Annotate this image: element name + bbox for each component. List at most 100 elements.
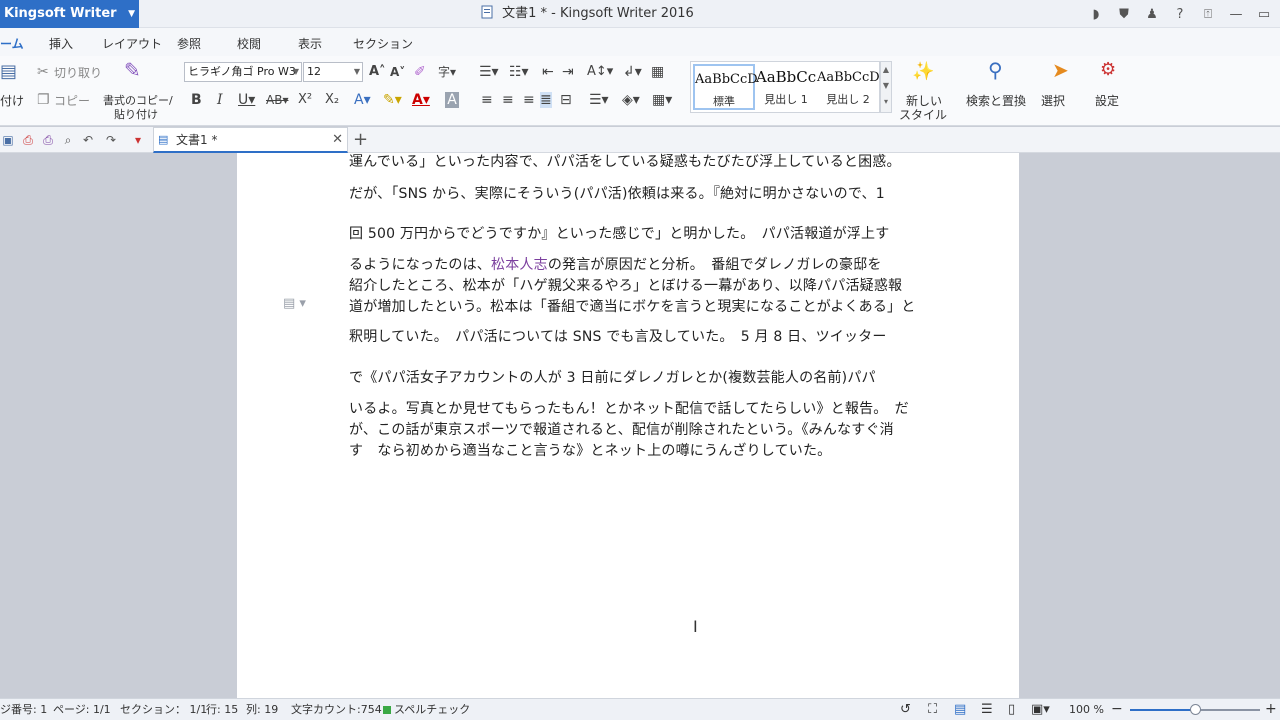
find-replace-button[interactable]: 検索と置換 xyxy=(966,92,1026,109)
minimize-button[interactable]: — xyxy=(1228,7,1244,22)
tab-insert[interactable]: 挿入 xyxy=(49,28,73,56)
tab-layout[interactable]: レイアウト xyxy=(102,28,162,56)
select-button[interactable]: 選択 xyxy=(1041,92,1065,109)
document-line[interactable]: だが、「SNS から、実際にそういう(パパ活)依頼は来る。『絶対に明かさないので… xyxy=(349,183,885,203)
status-word-count[interactable]: 文字カウント:754 xyxy=(291,699,382,720)
font-color-icon[interactable]: A▾ xyxy=(412,92,430,108)
phonetic-guide-icon[interactable]: 字▾ xyxy=(438,64,456,80)
text-direction-icon[interactable]: A↕▾ xyxy=(587,64,613,80)
skin-icon[interactable]: ◗ xyxy=(1088,7,1104,22)
distribute-icon[interactable]: ⊟ xyxy=(560,92,572,108)
zoom-slider-thumb[interactable] xyxy=(1190,704,1201,715)
increase-indent-icon[interactable]: ⇥ xyxy=(562,64,574,80)
app-menu-button[interactable]: Kingsoft Writer 2016 ▼ xyxy=(0,0,139,49)
tab-references[interactable]: 参照 xyxy=(177,28,201,56)
document-line[interactable]: 回 500 万円からでどうですか』といった感じで」と明かした。 パパ活報道が浮上… xyxy=(349,223,889,243)
fullscreen-icon[interactable]: ⛶ xyxy=(928,699,937,720)
outline-view-icon[interactable]: ☰ xyxy=(981,699,993,720)
line-break-icon[interactable]: ↲▾ xyxy=(623,64,642,80)
tab-review[interactable]: 校閲 xyxy=(237,28,261,56)
shrink-font-icon[interactable]: A˅ xyxy=(390,64,405,80)
cut-button[interactable]: 切り取り xyxy=(54,64,102,81)
bold-icon[interactable]: B xyxy=(191,92,202,108)
page-view-icon[interactable]: ▤ xyxy=(954,699,966,720)
strikethrough-icon[interactable]: AB▾ xyxy=(266,92,288,108)
align-left-icon[interactable]: ≡ xyxy=(481,92,493,108)
paste-button[interactable]: 付け xyxy=(0,92,24,109)
document-line[interactable]: 道が増加したという。松本は「番組で適当にボケを言うと現実になることがよくある」と xyxy=(349,296,915,316)
char-shading-icon[interactable]: A xyxy=(445,92,459,108)
superscript-icon[interactable]: X² xyxy=(298,92,312,108)
decrease-indent-icon[interactable]: ⇤ xyxy=(542,64,554,80)
style-heading-2[interactable]: AaBbCcD 見出し 2 xyxy=(817,64,880,110)
format-painter-line2[interactable]: 貼り付け xyxy=(114,106,158,122)
settings-button[interactable]: 設定 xyxy=(1095,92,1119,109)
new-style-line2[interactable]: スタイル xyxy=(899,106,947,123)
export-pdf-icon[interactable]: ⎙ xyxy=(20,132,36,148)
style-normal[interactable]: AaBbCcD 標準 xyxy=(693,64,758,110)
print-preview-icon[interactable]: ⌕ xyxy=(60,132,76,148)
document-line[interactable]: 運んでいる」といった内容で、パパ活をしている疑惑もたびたび浮上していると困惑。 xyxy=(349,151,901,171)
save-icon[interactable]: ▣ xyxy=(0,132,16,148)
customize-toolbar-icon[interactable]: ▾ xyxy=(130,132,146,148)
select-cursor-icon[interactable]: ➤ xyxy=(1052,60,1069,80)
line-spacing-icon[interactable]: ☰▾ xyxy=(589,92,609,108)
align-center-icon[interactable]: ≡ xyxy=(502,92,514,108)
zoom-out-icon[interactable]: − xyxy=(1111,699,1123,720)
document-line[interactable]: で《パパ活女子アカウントの人が 3 日前にダレノガレとか(複数芸能人の名前)パパ xyxy=(349,367,876,387)
zoom-in-icon[interactable]: + xyxy=(1265,699,1277,720)
style-gallery-scroll[interactable]: ▲ ▼ ▾ xyxy=(880,61,892,113)
numbered-list-icon[interactable]: ☷▾ xyxy=(509,64,529,80)
paste-icon[interactable]: ▤ xyxy=(0,63,17,81)
redo-icon[interactable]: ↷ xyxy=(103,132,119,148)
document-page[interactable]: 運んでいる」といった内容で、パパ活をしている疑惑もたびたび浮上していると困惑。 … xyxy=(237,153,1019,698)
document-line[interactable]: す なら初めから適当なこと言うな》とネット上の噂にうんざりしていた。 xyxy=(349,440,831,460)
maximize-button[interactable]: ▭ xyxy=(1256,7,1272,22)
document-line[interactable]: 紹介したところ、松本が「ハゲ親父来るやろ」とぼける一幕があり、以降パパ活疑惑報 xyxy=(349,275,902,295)
tab-home[interactable]: ーム xyxy=(0,28,24,56)
highlight-icon[interactable]: ✎▾ xyxy=(383,92,402,108)
new-tab-button[interactable]: + xyxy=(353,127,368,153)
undo-icon[interactable]: ↶ xyxy=(80,132,96,148)
restore-ribbon-icon[interactable]: ⍐ xyxy=(1200,7,1216,22)
print-icon[interactable]: ⎙ xyxy=(40,132,56,148)
document-line[interactable]: 釈明していた。 パパ活については SNS でも言及していた。 5 月 8 日、ツ… xyxy=(349,326,887,346)
italic-icon[interactable]: I xyxy=(217,92,223,108)
brush-icon[interactable]: ✎ xyxy=(124,60,141,80)
document-line[interactable]: いるよ。写真とか見せてもらったもん！とかネット配信で話してたらしい》と報告。 だ xyxy=(349,398,909,418)
tab-section[interactable]: セクション xyxy=(353,28,413,56)
user-icon[interactable]: ♟ xyxy=(1144,7,1160,22)
document-line[interactable]: るようになったのは、松本人志の発言が原因だと分析。 番組でダレノガレの豪邸を xyxy=(349,254,882,274)
copy-button[interactable]: コピー xyxy=(54,92,90,109)
underline-icon[interactable]: U▾ xyxy=(238,92,255,108)
close-icon[interactable]: ✕ xyxy=(332,128,343,152)
help-icon[interactable]: ? xyxy=(1172,7,1188,22)
bullet-list-icon[interactable]: ☰▾ xyxy=(479,64,499,80)
document-line[interactable]: が、この話が東京スポーツで報道されると、配信が削除されたという。《みんなすぐ消 xyxy=(349,419,894,439)
justify-icon[interactable]: ≣ xyxy=(540,92,552,108)
align-right-icon[interactable]: ≡ xyxy=(523,92,535,108)
paragraph-options-icon[interactable]: ▤ ▾ xyxy=(283,296,306,311)
borders-icon[interactable]: ▦▾ xyxy=(652,92,672,108)
web-view-icon[interactable]: ▯ xyxy=(1008,699,1015,720)
style-heading-1[interactable]: AaBbCc 見出し 1 xyxy=(755,64,817,110)
zoom-level[interactable]: 100 % xyxy=(1069,699,1104,720)
tab-view[interactable]: 表示 xyxy=(298,28,322,56)
new-style-icon[interactable]: ✨ xyxy=(912,63,934,81)
font-name-select[interactable]: ヒラギノ角ゴ Pro W3 ▼ xyxy=(184,62,302,82)
person-link[interactable]: 松本人志 xyxy=(491,257,548,273)
document-tab[interactable]: ▤ 文書1 * ✕ xyxy=(153,127,348,153)
clear-format-icon[interactable]: ✐ xyxy=(414,64,426,80)
history-icon[interactable]: ↺ xyxy=(900,699,911,720)
table-icon[interactable]: ▦ xyxy=(651,64,664,80)
grow-font-icon[interactable]: A˄ xyxy=(369,64,386,80)
shirt-icon[interactable]: ⛊ xyxy=(1116,7,1132,22)
subscript-icon[interactable]: X₂ xyxy=(325,92,339,108)
text-effect-icon[interactable]: A▾ xyxy=(354,92,371,108)
reading-mode-icon[interactable]: ▣▾ xyxy=(1031,699,1050,720)
font-size-select[interactable]: 12 ▼ xyxy=(303,62,363,82)
find-replace-icon[interactable]: ⚲ xyxy=(988,60,1003,80)
settings-icon[interactable]: ⚙ xyxy=(1100,61,1116,79)
shading-icon[interactable]: ◈▾ xyxy=(622,92,640,108)
spell-check-toggle[interactable]: スペルチェック xyxy=(383,699,470,720)
